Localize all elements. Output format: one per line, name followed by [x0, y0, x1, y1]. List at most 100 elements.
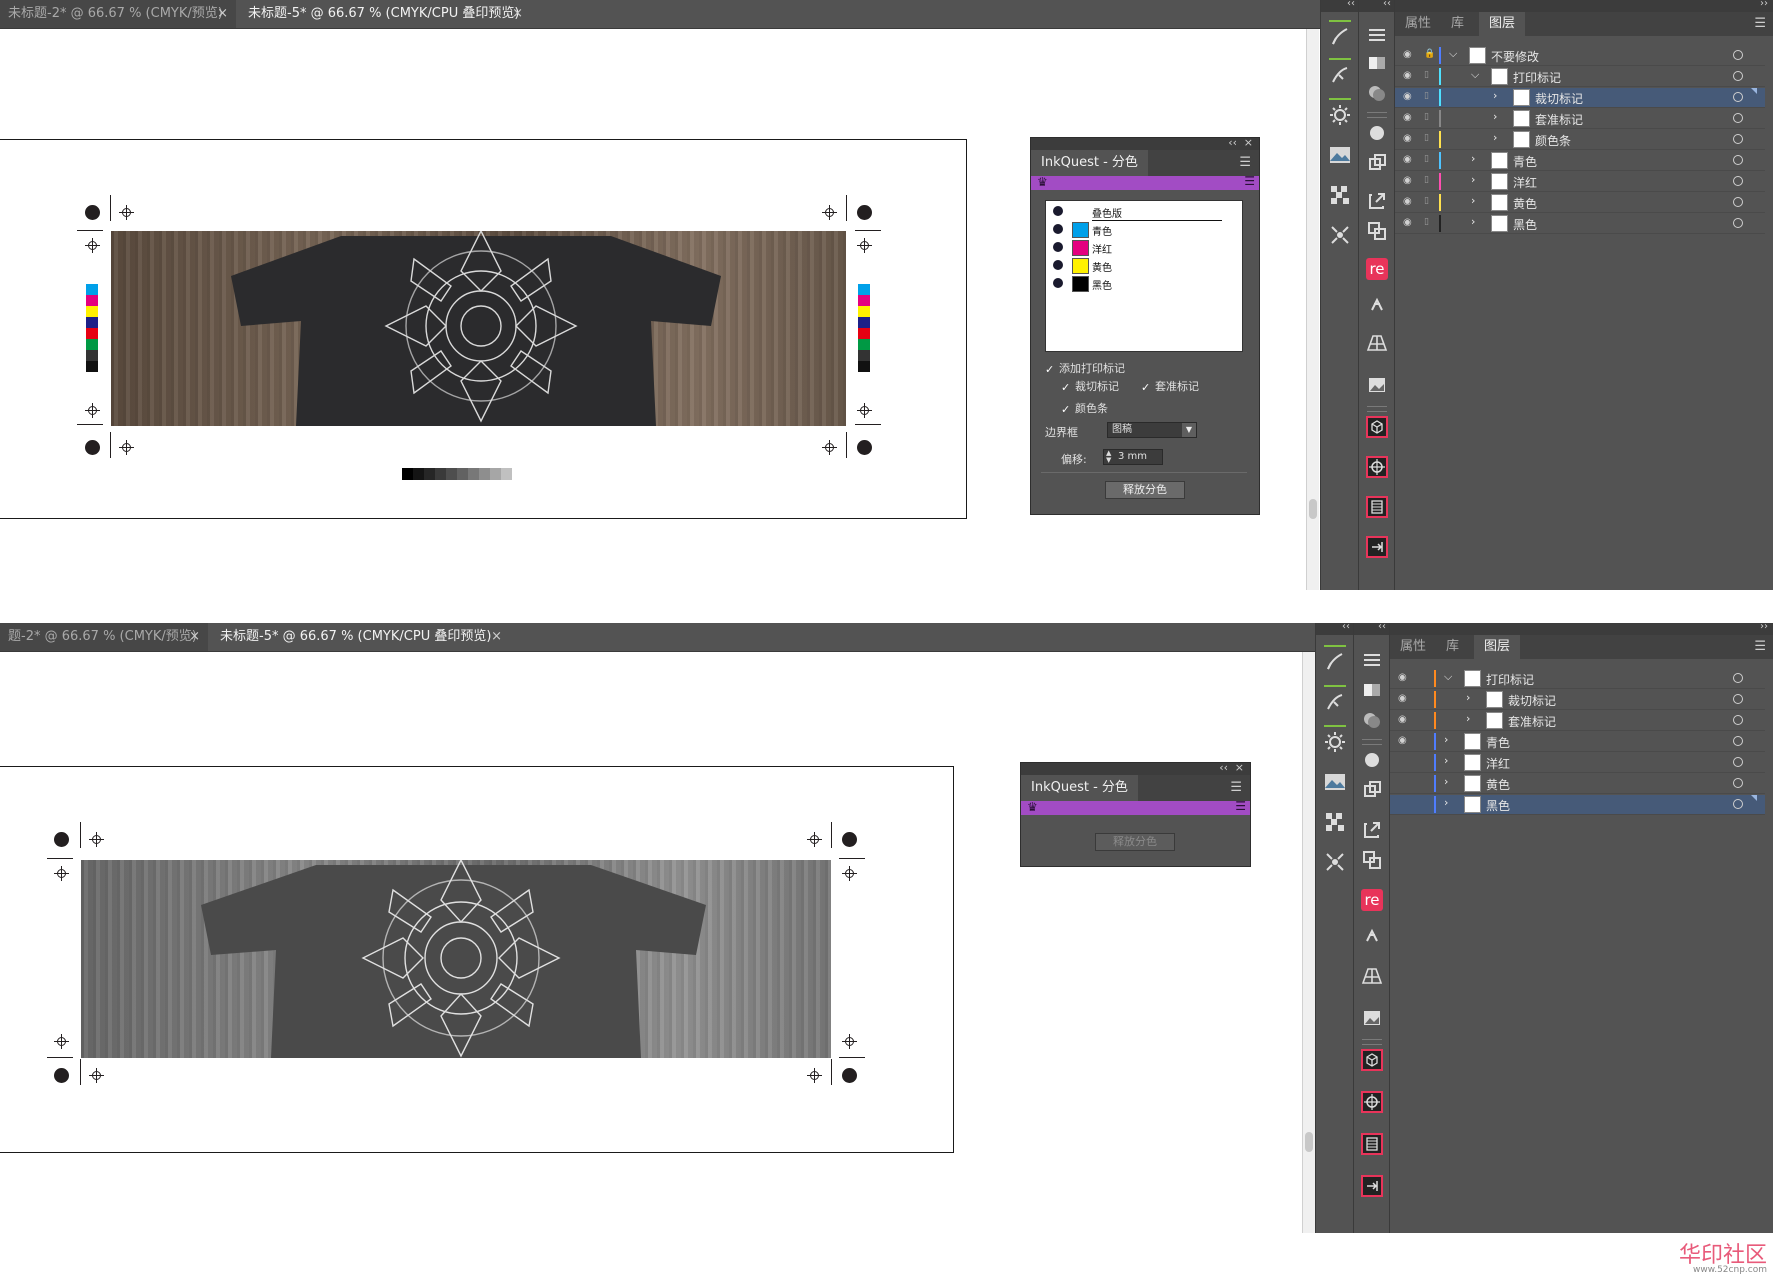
target-circle-icon[interactable]: [1733, 176, 1743, 186]
layer-row[interactable]: ◉ › 青色: [1390, 732, 1765, 752]
layer-row[interactable]: ◉ ⌵ 打印标记: [1390, 669, 1765, 689]
tab-close-icon[interactable]: ×: [491, 623, 502, 651]
tab-libraries[interactable]: 库: [1436, 635, 1469, 659]
scatter-icon[interactable]: [1327, 222, 1353, 248]
eye-icon[interactable]: ◉: [1403, 218, 1415, 228]
import-icon[interactable]: [1359, 1173, 1385, 1199]
eye-icon[interactable]: [1398, 778, 1410, 788]
brush-tool-icon[interactable]: [1322, 649, 1348, 675]
registration-marks-checkbox[interactable]: ✓ 套准标记: [1141, 378, 1199, 394]
list-item[interactable]: 青色: [1050, 221, 1220, 238]
tab-layers[interactable]: 图层: [1479, 12, 1526, 36]
layer-row[interactable]: ◉ ▯ › 黑色: [1395, 214, 1765, 234]
picture-frame-icon[interactable]: [1359, 1005, 1385, 1031]
chevron-down-icon[interactable]: ⌵: [1471, 68, 1479, 82]
target-circle-icon[interactable]: [1733, 113, 1743, 123]
cube-icon[interactable]: [1359, 1047, 1385, 1073]
list-item[interactable]: 黑色: [1050, 275, 1220, 292]
scatter-icon[interactable]: [1322, 849, 1348, 875]
eye-icon[interactable]: [1398, 799, 1410, 809]
chevron-right-icon[interactable]: ›: [1493, 131, 1497, 144]
artboards-icon[interactable]: [1359, 847, 1385, 873]
inkquest-panel[interactable]: ‹‹ × InkQuest - 分色 ☰ ♛ ☰ 释放分色: [1020, 761, 1251, 867]
eye-icon[interactable]: ◉: [1403, 197, 1415, 207]
appearance-icon[interactable]: [1359, 747, 1385, 773]
panel-close-icon[interactable]: ×: [1235, 761, 1244, 774]
menu-lines-icon[interactable]: [1364, 22, 1390, 48]
gradient-icon[interactable]: [1359, 677, 1385, 703]
release-separations-button[interactable]: 释放分色: [1105, 481, 1185, 499]
sun-icon[interactable]: [1327, 102, 1353, 128]
target-circle-icon[interactable]: [1733, 197, 1743, 207]
re-plugin-icon[interactable]: re: [1366, 258, 1388, 280]
layer-row[interactable]: ◉ ▯ › 颜色条: [1395, 130, 1765, 150]
eye-icon[interactable]: ◉: [1398, 694, 1410, 704]
target-circle-icon[interactable]: [1733, 71, 1743, 81]
crop-marks-checkbox[interactable]: ✓ 裁切标记: [1061, 378, 1119, 394]
layers-menu-icon[interactable]: ☰: [1754, 639, 1766, 654]
target-circle-icon[interactable]: [1733, 218, 1743, 228]
layers-menu-icon[interactable]: ☰: [1754, 16, 1766, 31]
collapse-icon[interactable]: ››: [1760, 0, 1768, 9]
eye-icon[interactable]: ◉: [1403, 50, 1415, 60]
crown-icon[interactable]: ♛: [1027, 800, 1038, 814]
chevron-right-icon[interactable]: ›: [1444, 754, 1448, 767]
stepper-arrows-icon[interactable]: ▲ ▼: [1106, 450, 1111, 464]
crown-icon[interactable]: ♛: [1037, 175, 1048, 189]
lock-icon[interactable]: ▯: [1424, 91, 1434, 103]
layer-row[interactable]: ◉ ▯ › 套准标记: [1395, 109, 1765, 129]
chevron-right-icon[interactable]: ›: [1471, 215, 1475, 228]
image-icon[interactable]: [1327, 142, 1353, 168]
panel-grip[interactable]: [1367, 112, 1387, 118]
visibility-dot-icon[interactable]: [1053, 278, 1063, 288]
lock-icon[interactable]: ▯: [1424, 154, 1434, 166]
panel-title[interactable]: InkQuest - 分色: [1021, 775, 1138, 801]
target-circle-icon[interactable]: [1733, 757, 1743, 767]
film-icon[interactable]: [1359, 1131, 1385, 1157]
film-icon[interactable]: [1364, 494, 1390, 520]
target-circle-icon[interactable]: [1733, 778, 1743, 788]
collapse-icon[interactable]: ››: [1760, 623, 1768, 632]
tshirt-artwork[interactable]: [111, 231, 846, 426]
target-circle-icon[interactable]: [1733, 155, 1743, 165]
eye-icon[interactable]: ◉: [1403, 176, 1415, 186]
layer-row[interactable]: ◉ ▯ ⌵ 打印标记: [1395, 67, 1765, 87]
eye-icon[interactable]: ◉: [1403, 71, 1415, 81]
separations-list[interactable]: 叠色版 青色 洋红 黄色 黑色: [1045, 200, 1243, 352]
tab-untitled-5[interactable]: 未标题-5* @ 66.67 % (CMYK/CPU 叠印预览) ×: [240, 0, 531, 28]
lock-icon[interactable]: ▯: [1424, 133, 1434, 145]
lock-icon[interactable]: ▯: [1424, 175, 1434, 187]
transform-icon[interactable]: [1359, 777, 1385, 803]
target-circle-icon[interactable]: [1733, 134, 1743, 144]
lock-icon[interactable]: ▯: [1424, 196, 1434, 208]
chevron-right-icon[interactable]: ›: [1471, 152, 1475, 165]
toolbar-menu-icon[interactable]: ☰: [1235, 799, 1246, 813]
panel-menu-icon[interactable]: ☰: [1239, 155, 1251, 170]
puppet-icon[interactable]: [1359, 921, 1385, 947]
perspective-icon[interactable]: [1364, 330, 1390, 356]
target-circle-icon[interactable]: [1733, 673, 1743, 683]
chevron-right-icon[interactable]: ›: [1471, 173, 1475, 186]
tab-layers[interactable]: 图层: [1474, 635, 1521, 659]
tab-properties[interactable]: 属性: [1395, 12, 1441, 36]
target-circle-icon[interactable]: [1733, 799, 1743, 809]
eye-icon[interactable]: ◉: [1403, 113, 1415, 123]
eye-icon[interactable]: ◉: [1403, 134, 1415, 144]
chevron-right-icon[interactable]: ›: [1466, 691, 1470, 704]
target-circle-icon[interactable]: [1733, 92, 1743, 102]
target-circle-icon[interactable]: [1733, 50, 1743, 60]
collapse-icon[interactable]: ‹‹: [1383, 0, 1391, 9]
tab-properties[interactable]: 属性: [1390, 635, 1436, 659]
puppet-icon[interactable]: [1364, 290, 1390, 316]
layer-row[interactable]: › 黄色: [1390, 774, 1765, 794]
chevron-right-icon[interactable]: ›: [1444, 775, 1448, 788]
pen-tool-icon[interactable]: [1327, 62, 1353, 88]
panel-title[interactable]: InkQuest - 分色: [1031, 150, 1148, 176]
gradient-icon[interactable]: [1364, 50, 1390, 76]
eye-icon[interactable]: ◉: [1398, 673, 1410, 683]
panel-menu-icon[interactable]: ☰: [1230, 780, 1242, 795]
list-item[interactable]: 洋红: [1050, 239, 1220, 256]
layer-row[interactable]: ◉ ▯ › 黄色: [1395, 193, 1765, 213]
list-item[interactable]: 叠色版: [1050, 203, 1222, 221]
tab-untitled-2[interactable]: 未标题-2* @ 66.67 % (CMYK/预览) ×: [0, 0, 236, 28]
